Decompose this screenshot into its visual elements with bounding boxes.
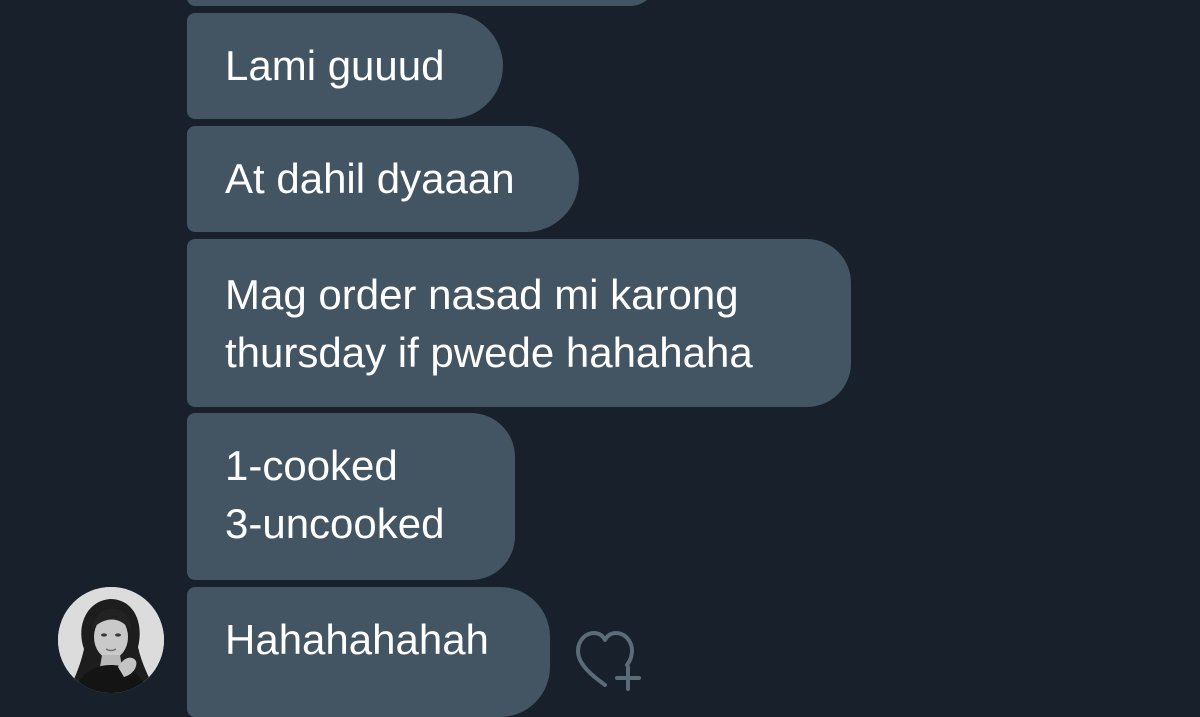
message-text-line-1: Mag order nasad mi karong	[225, 271, 739, 318]
message-text-line-1: 1-cooked	[225, 442, 398, 489]
message-text: Hahahahahah	[225, 616, 489, 663]
profile-photo-icon	[58, 587, 164, 693]
message-bubble-partial[interactable]	[187, 0, 657, 6]
message-text: Lami guuud	[225, 42, 445, 89]
message-bubble[interactable]: Mag order nasad mi karong thursday if pw…	[187, 239, 851, 407]
message-bubble[interactable]: Lami guuud	[187, 13, 503, 119]
add-reaction-button[interactable]	[572, 627, 642, 693]
message-text-line-2: thursday if pwede hahahaha	[225, 329, 753, 376]
message-bubble[interactable]: At dahil dyaaan	[187, 126, 579, 232]
message-bubble[interactable]: 1-cooked 3-uncooked	[187, 413, 515, 580]
chat-thread: Lami guuud At dahil dyaaan Mag order nas…	[0, 0, 1200, 717]
heart-plus-icon	[576, 631, 641, 691]
message-text: At dahil dyaaan	[225, 155, 515, 202]
message-bubble[interactable]: Hahahahahah	[187, 587, 550, 717]
message-text-line-2: 3-uncooked	[225, 500, 445, 547]
avatar[interactable]	[58, 587, 164, 693]
